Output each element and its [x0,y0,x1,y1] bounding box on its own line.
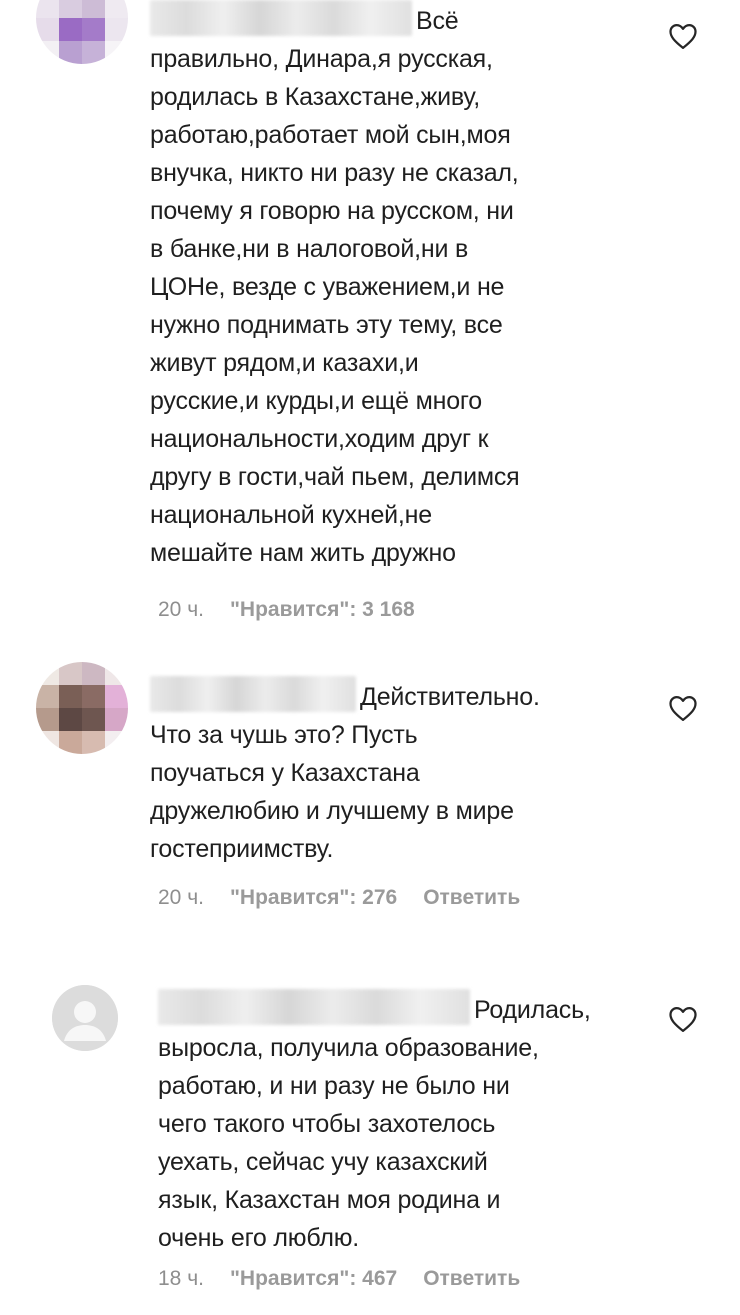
comment-time: 20 ч. [158,598,204,621]
comment-first-word: Родилась, [474,996,591,1024]
comment-time: 18 ч. [158,1267,204,1290]
comment-item: Всё правильно, Динара,я русская, родилас… [0,0,740,640]
comment-text: Всё правильно, Динара,я русская, родилас… [150,0,650,572]
comment-line: другу в гости,чай пьем, делимся [150,463,520,491]
comment-text: Действительно. Что за чушь это? Пусть по… [150,676,650,868]
comment-item: Родилась, выросла, получила образование,… [0,975,740,1315]
comment-line: почему я говорю на русском, ни [150,197,514,225]
reply-button[interactable]: Ответить [423,886,520,910]
heart-icon[interactable] [668,22,698,50]
comment-line: поучаться у Казахстана [150,759,420,787]
comment-line: мешайте нам жить дружно [150,539,456,567]
comment-meta: 18 ч. "Нравится": 467 Ответить [158,1267,520,1291]
comment-line: язык, Казахстан моя родина и [158,1186,501,1214]
comment-item: Действительно. Что за чушь это? Пусть по… [0,660,740,930]
comment-line: русские,и курды,и ещё много [150,387,482,415]
comment-line: гостеприимству. [150,835,334,863]
comment-line: работаю, и ни разу не было ни [158,1072,510,1100]
avatar[interactable] [36,0,128,64]
comment-line: чего такого чтобы захотелось [158,1110,496,1138]
comment-first-word: Всё [416,7,459,35]
comment-line: внучка, никто ни разу не сказал, [150,159,519,187]
likes-count[interactable]: "Нравится": 276 [230,886,397,910]
comment-line: правильно, Динара,я русская, [150,45,493,73]
comment-line: ЦОНе, везде с уважением,и не [150,273,505,301]
comment-line: родилась в Казахстане,живу, [150,83,480,111]
comment-line: национальной кухней,не [150,501,432,529]
heart-icon[interactable] [668,694,698,722]
avatar[interactable] [36,662,128,754]
username-blurred[interactable] [150,0,412,36]
comment-text: Родилась, выросла, получила образование,… [158,989,658,1257]
comment-line: уехать, сейчас учу казахский [158,1148,488,1176]
username-blurred[interactable] [150,676,356,712]
comment-line: живут рядом,и казахи,и [150,349,419,377]
likes-count[interactable]: "Нравится": 467 [230,1267,397,1291]
comment-line: дружелюбию и лучшему в мире [150,797,514,825]
comment-line: Что за чушь это? Пусть [150,721,418,749]
likes-count[interactable]: "Нравится": 3 168 [230,598,415,622]
user-silhouette-icon [52,985,118,1051]
comment-line: очень его люблю. [158,1224,359,1252]
comment-line: национальности,ходим друг к [150,425,489,453]
reply-button[interactable]: Ответить [423,1267,520,1291]
comment-line: работаю,работает мой сын,моя [150,121,511,149]
username-blurred[interactable] [158,989,470,1025]
comment-line: нужно поднимать эту тему, все [150,311,503,339]
avatar[interactable] [52,985,118,1051]
heart-icon[interactable] [668,1005,698,1033]
comment-meta: 20 ч. "Нравится": 3 168 [158,598,415,622]
comment-line: выросла, получила образование, [158,1034,539,1062]
comment-first-word: Действительно. [360,683,540,711]
comment-line: в банке,ни в налоговой,ни в [150,235,469,263]
comment-time: 20 ч. [158,886,204,909]
comment-meta: 20 ч. "Нравится": 276 Ответить [158,886,520,910]
